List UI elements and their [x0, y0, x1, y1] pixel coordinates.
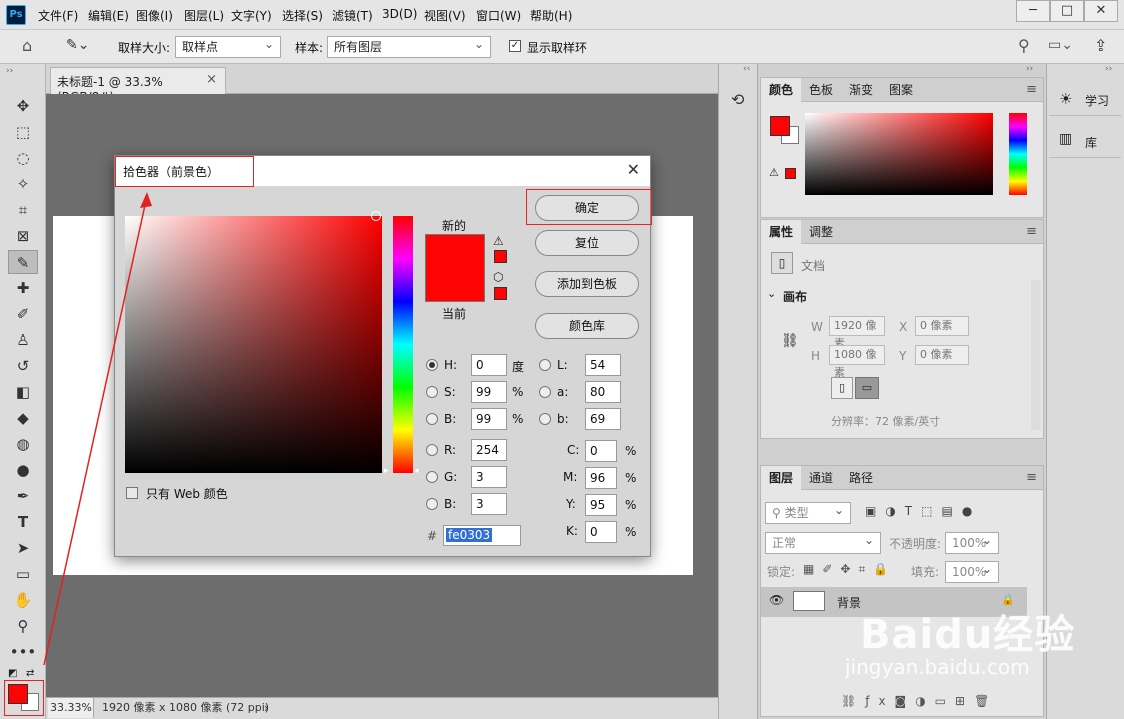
- baidu-watermark: Baidu经验: [860, 612, 1076, 658]
- baidu-watermark-url: jingyan.baidu.com: [845, 655, 1030, 679]
- arrow-head: [140, 192, 152, 208]
- arrow-line: [43, 195, 148, 666]
